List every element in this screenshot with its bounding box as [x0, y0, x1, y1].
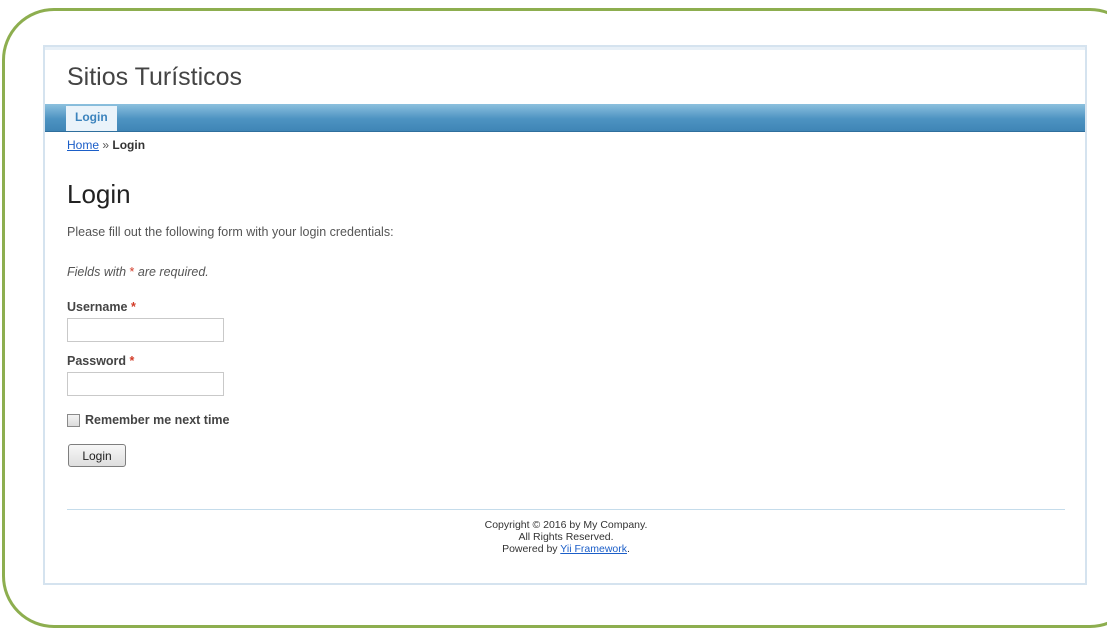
page-title: Login [67, 179, 131, 209]
required-marker: * [129, 265, 135, 279]
footer: Copyright © 2016 by My Company. All Righ… [67, 519, 1065, 555]
required-note-prefix: Fields with [67, 265, 127, 279]
password-label-text: Password [67, 354, 127, 368]
breadcrumb-separator: » [102, 138, 110, 152]
username-label-text: Username [67, 300, 128, 314]
password-label: Password * [67, 354, 134, 368]
username-label: Username * [67, 300, 136, 314]
remember-me-row: Remember me next time [67, 412, 230, 428]
page-container: Sitios Turísticos Login Home » Login Log… [43, 45, 1087, 585]
site-title: Sitios Turísticos [67, 63, 243, 91]
footer-powered-prefix: Powered by [502, 543, 558, 555]
required-note: Fields with * are required. [67, 265, 209, 279]
intro-text: Please fill out the following form with … [67, 225, 394, 239]
password-input[interactable] [67, 372, 224, 396]
username-input[interactable] [67, 318, 224, 342]
breadcrumb-home-link[interactable]: Home [67, 138, 99, 152]
footer-divider [67, 509, 1065, 510]
password-required-marker: * [129, 354, 135, 368]
main-menu: Login [45, 104, 1085, 132]
username-required-marker: * [130, 300, 136, 314]
remember-me-label[interactable]: Remember me next time [85, 413, 230, 427]
required-note-suffix: are required. [137, 265, 209, 279]
yii-framework-link[interactable]: Yii Framework [560, 543, 627, 555]
menu-item-login[interactable]: Login [66, 106, 117, 131]
breadcrumb-current: Login [112, 138, 146, 152]
footer-powered: Powered by Yii Framework. [67, 543, 1065, 555]
breadcrumb: Home » Login [67, 138, 145, 152]
footer-powered-suffix: . [626, 543, 630, 555]
login-button[interactable]: Login [68, 444, 126, 467]
footer-rights: All Rights Reserved. [518, 531, 614, 543]
remember-me-checkbox[interactable] [67, 413, 80, 427]
top-divider [45, 47, 1085, 50]
footer-copyright: Copyright © 2016 by My Company. [484, 519, 648, 531]
